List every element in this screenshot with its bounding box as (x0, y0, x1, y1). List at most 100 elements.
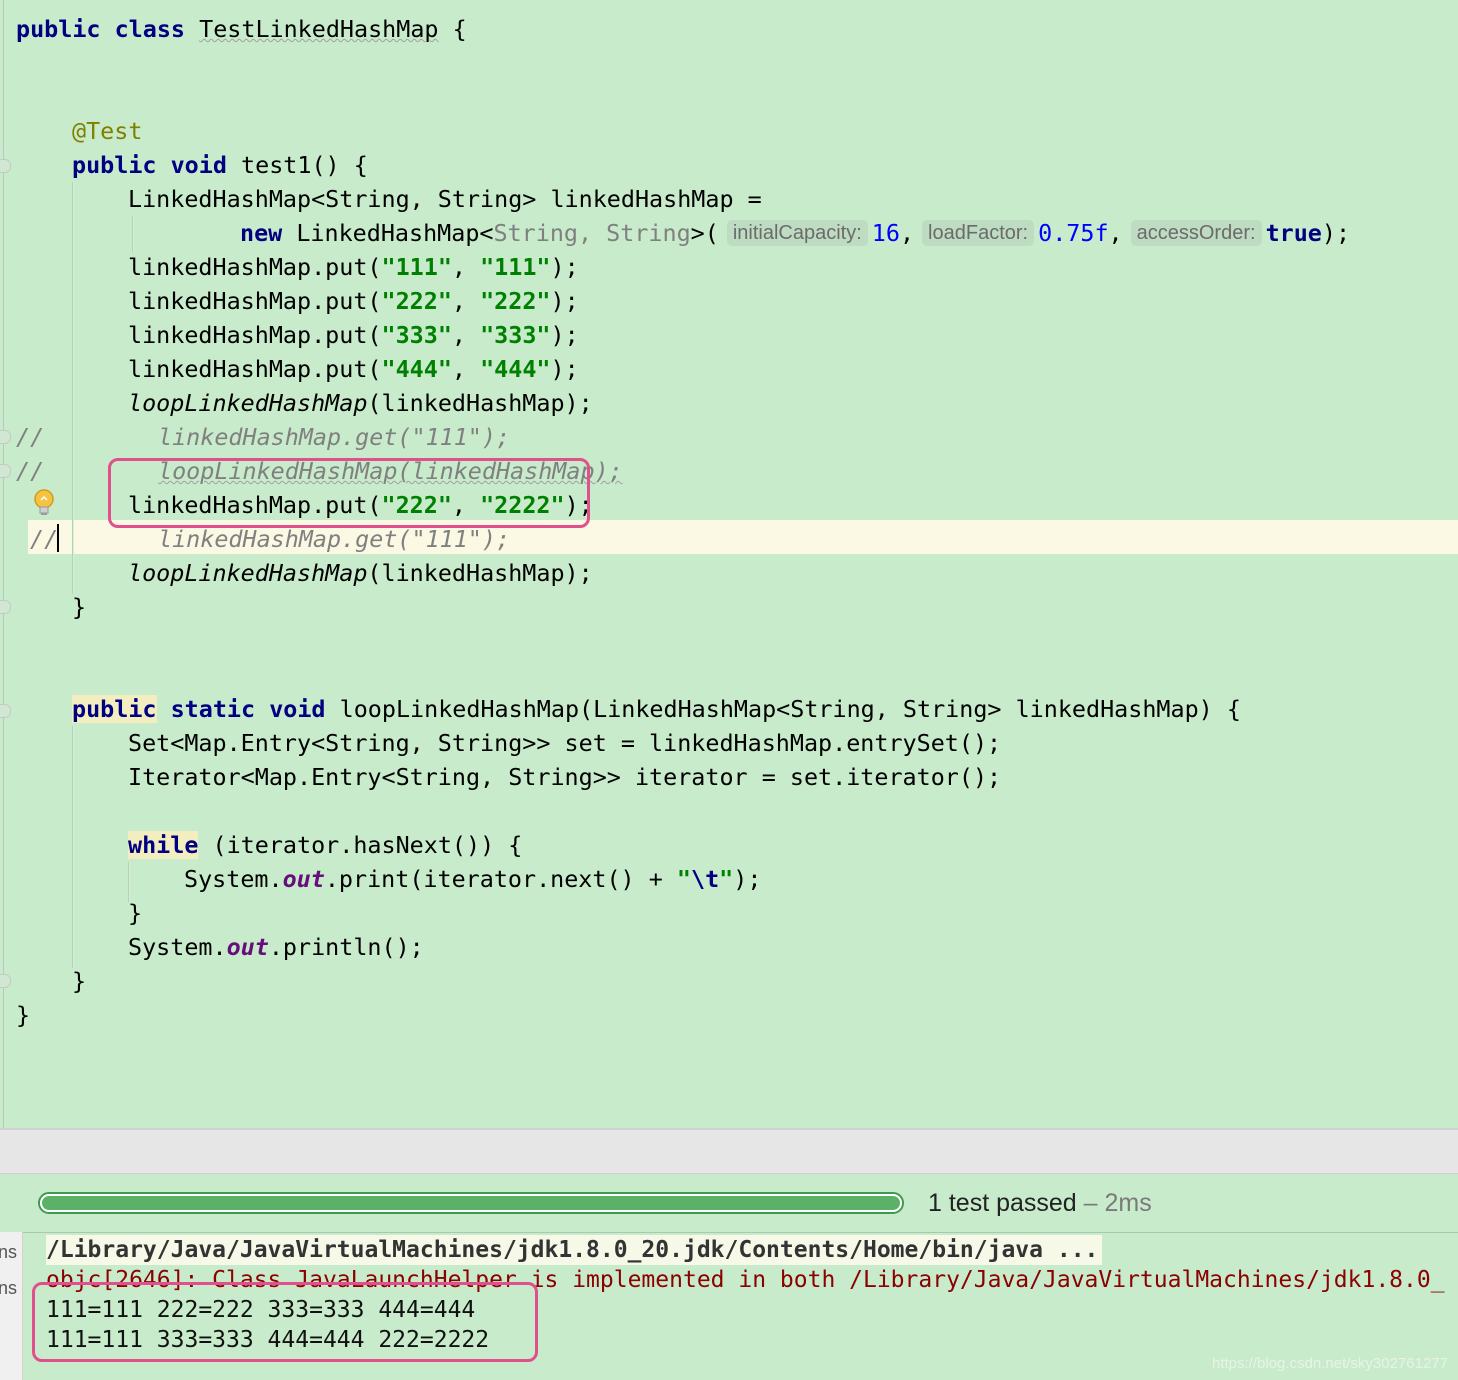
code-text: linkedHashMap.put( (128, 491, 382, 519)
code-line-close-brace[interactable]: } (128, 896, 142, 930)
number-literal: 0.75f (1038, 219, 1109, 247)
fold-marker[interactable] (0, 974, 11, 988)
code-line-comment[interactable]: linkedHashMap.get("111"); (158, 522, 510, 556)
comma: , (1108, 219, 1123, 247)
test-progress-bar (38, 1192, 904, 1214)
code-text: .print(iterator.next() + (324, 865, 677, 893)
keyword: void (170, 151, 227, 179)
code-line-comment-prefix[interactable]: // (30, 522, 58, 556)
string-literal: "444" (381, 355, 452, 383)
lightbulb-icon[interactable] (33, 488, 55, 518)
code-line-comment-prefix[interactable]: // (16, 420, 44, 454)
code-text: linkedHashMap.put( (128, 321, 382, 349)
code-line-constructor[interactable]: new LinkedHashMap<String, String>(initia… (240, 216, 1350, 250)
code-line-put-update[interactable]: linkedHashMap.put("222", "2222"); (128, 488, 593, 522)
code-line-comment[interactable]: linkedHashMap.get("111"); (158, 420, 510, 454)
code-line-put[interactable]: linkedHashMap.put("333", "333"); (128, 318, 579, 352)
console-command-line[interactable]: /Library/Java/JavaVirtualMachines/jdk1.8… (46, 1235, 1103, 1265)
code-line-loop-method[interactable]: public static void loopLinkedHashMap(Lin… (72, 692, 1241, 726)
code-text: ); (550, 287, 579, 315)
code-line-put[interactable]: linkedHashMap.put("111", "111"); (128, 250, 579, 284)
generic-args: String, String (493, 219, 691, 247)
code-line-test-method[interactable]: public void test1() { (72, 148, 368, 182)
class-name: TestLinkedHashMap (199, 15, 439, 43)
panel-divider[interactable] (0, 1128, 1458, 1174)
string-literal: "444" (480, 355, 551, 383)
string-literal: " (676, 865, 691, 893)
console-output-line: 111=111 222=222 333=333 444=444 (46, 1297, 476, 1323)
code-text: (linkedHashMap); (367, 559, 593, 587)
static-field: out (226, 933, 269, 961)
brace: { (452, 15, 467, 43)
parameter-hint: loadFactor: (922, 220, 1035, 246)
fold-marker[interactable] (0, 600, 11, 614)
code-line-comment[interactable]: loopLinkedHashMap(linkedHashMap); (158, 454, 623, 488)
comma: , (899, 219, 915, 247)
tests-passed-label: 1 test passed (928, 1189, 1077, 1217)
keyword: class (114, 15, 186, 43)
run-side-strip: ns ns (0, 1232, 23, 1380)
keyword: public (16, 15, 101, 43)
side-label: ns (0, 1278, 18, 1298)
parameter-hint: accessOrder: (1130, 220, 1262, 246)
keyword: while (128, 831, 199, 859)
code-line-loop-call[interactable]: loopLinkedHashMap(linkedHashMap); (128, 556, 593, 590)
escape-sequence: \t (690, 865, 720, 893)
keyword: public (72, 151, 157, 179)
string-literal: "333" (381, 321, 452, 349)
string-literal: "2222" (480, 491, 565, 519)
code-line-close-brace[interactable]: } (72, 964, 86, 998)
status-separator: – (1083, 1189, 1098, 1217)
code-text: (iterator.hasNext()) { (212, 831, 523, 859)
code-text: System. (128, 933, 227, 961)
test-duration: 2ms (1104, 1189, 1152, 1217)
run-panel: 1 test passed – 2ms ns ns /Library/Java/… (0, 1174, 1458, 1380)
code-line-print[interactable]: System.out.print(iterator.next() + "\t")… (184, 862, 761, 896)
code-text: ); (733, 865, 762, 893)
static-field: out (282, 865, 325, 893)
fold-marker[interactable] (0, 430, 11, 444)
code-editor[interactable]: public class TestLinkedHashMap { @Test p… (0, 0, 1458, 1128)
static-method-call: loopLinkedHashMap (128, 559, 368, 587)
keyword: void (269, 695, 326, 723)
code-text: (linkedHashMap); (367, 389, 593, 417)
boolean-literal: true (1265, 219, 1322, 247)
string-literal: "333" (480, 321, 551, 349)
fold-marker[interactable] (0, 159, 11, 173)
code-line-declaration[interactable]: LinkedHashMap<String, String> linkedHash… (128, 182, 762, 216)
method-signature: loopLinkedHashMap(LinkedHashMap<String, … (339, 695, 1241, 723)
code-line-put[interactable]: linkedHashMap.put("444", "444"); (128, 352, 579, 386)
string-literal: "111" (381, 253, 452, 281)
side-label: ns (0, 1242, 18, 1262)
code-line-close-brace[interactable]: } (16, 998, 30, 1032)
type-name: LinkedHashMap< (296, 219, 494, 247)
code-text: linkedHashMap.put( (128, 355, 382, 383)
text-caret (57, 524, 59, 552)
number-literal: 16 (871, 219, 900, 247)
fold-marker[interactable] (0, 704, 11, 718)
code-text: System. (184, 865, 283, 893)
code-line-close-brace[interactable]: } (72, 590, 86, 624)
code-line-comment-prefix[interactable]: // (16, 454, 44, 488)
code-text: linkedHashMap.put( (128, 253, 382, 281)
fold-marker[interactable] (0, 464, 11, 478)
code-line-loop-call[interactable]: loopLinkedHashMap(linkedHashMap); (128, 386, 593, 420)
code-text: linkedHashMap.put( (128, 287, 382, 315)
indent-guide (132, 216, 134, 252)
code-line-println[interactable]: System.out.println(); (128, 930, 424, 964)
code-line-class-decl[interactable]: public class TestLinkedHashMap { (16, 12, 467, 46)
code-line-while[interactable]: while (iterator.hasNext()) { (128, 828, 522, 862)
code-text: , (451, 321, 481, 349)
parameter-hint: initialCapacity: (726, 220, 868, 246)
string-literal: "222" (480, 287, 551, 315)
console-output-line: 111=111 333=333 444=444 222=2222 (46, 1327, 490, 1353)
code-line-set[interactable]: Set<Map.Entry<String, String>> set = lin… (128, 726, 1001, 760)
code-line-iterator[interactable]: Iterator<Map.Entry<String, String>> iter… (128, 760, 1001, 794)
code-line-annotation[interactable]: @Test (72, 114, 142, 148)
keyword: public (72, 695, 157, 723)
code-text: ); (564, 491, 593, 519)
code-text: , (451, 287, 481, 315)
code-line-put[interactable]: linkedHashMap.put("222", "222"); (128, 284, 579, 318)
static-method-call: loopLinkedHashMap (128, 389, 368, 417)
method-signature: test1() { (241, 151, 368, 179)
